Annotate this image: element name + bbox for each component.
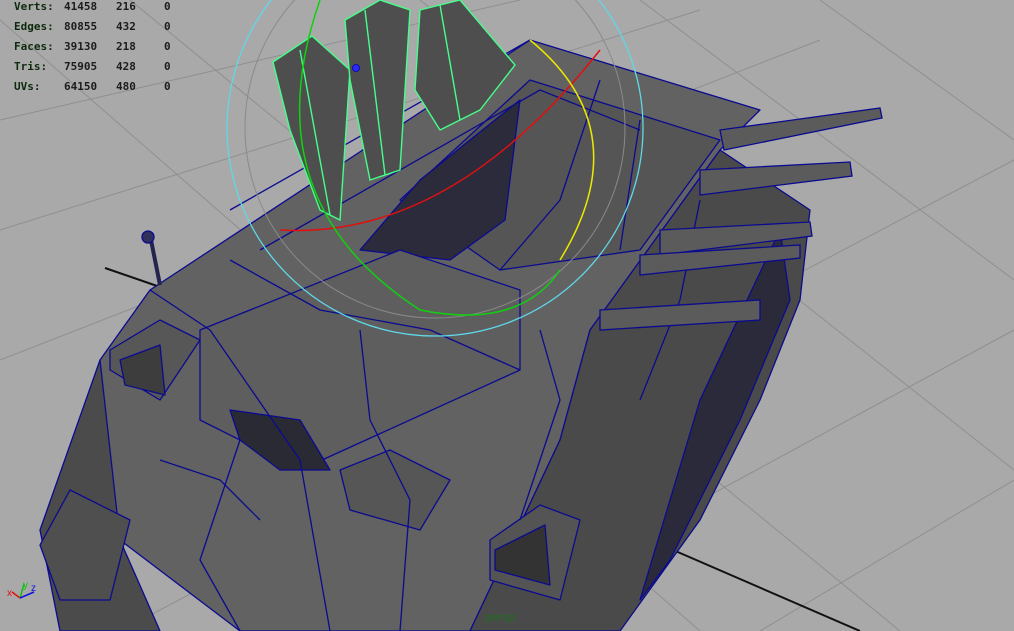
- hud-value: 64150: [64, 80, 98, 93]
- axis-x-label: x: [7, 588, 12, 599]
- hud-label: Tris:: [14, 60, 48, 73]
- hud-value: 480: [116, 80, 136, 93]
- hud-value: 39130: [64, 40, 98, 53]
- hud-value: 80855: [64, 20, 98, 33]
- hud-value: 432: [116, 20, 136, 33]
- hud-value: 0: [164, 60, 171, 73]
- grid-axis-line: [104, 267, 161, 288]
- hud-label: UVs:: [14, 80, 41, 93]
- camera-name-label: persp: [485, 610, 516, 624]
- hud-value: 41458: [64, 0, 98, 13]
- hud-label: Edges:: [14, 20, 54, 33]
- hud-value: 216: [116, 0, 136, 13]
- axis-z-label: z: [31, 583, 36, 594]
- hud-value: 0: [164, 80, 171, 93]
- hud-value: 0: [164, 0, 171, 13]
- hud-value: 218: [116, 40, 136, 53]
- rotate-pivot[interactable]: [352, 64, 360, 72]
- hud-value: 75905: [64, 60, 98, 73]
- axis-y-label: y: [23, 580, 28, 591]
- antenna-tip: [141, 230, 155, 244]
- hud-value: 0: [164, 20, 171, 33]
- grid-axis-line: [649, 539, 861, 631]
- axis-orientation-icon: x y z: [7, 580, 36, 599]
- hud-label: Faces:: [14, 40, 54, 53]
- hud-label: Verts:: [14, 0, 54, 13]
- perspective-viewport[interactable]: Verts: 41458 216 0 Edges: 80855 432 0 Fa…: [0, 0, 1014, 631]
- hud-value: 0: [164, 40, 171, 53]
- selected-spike: [344, 0, 411, 181]
- hud-value: 428: [116, 60, 136, 73]
- viewport-scene[interactable]: [0, 0, 1014, 631]
